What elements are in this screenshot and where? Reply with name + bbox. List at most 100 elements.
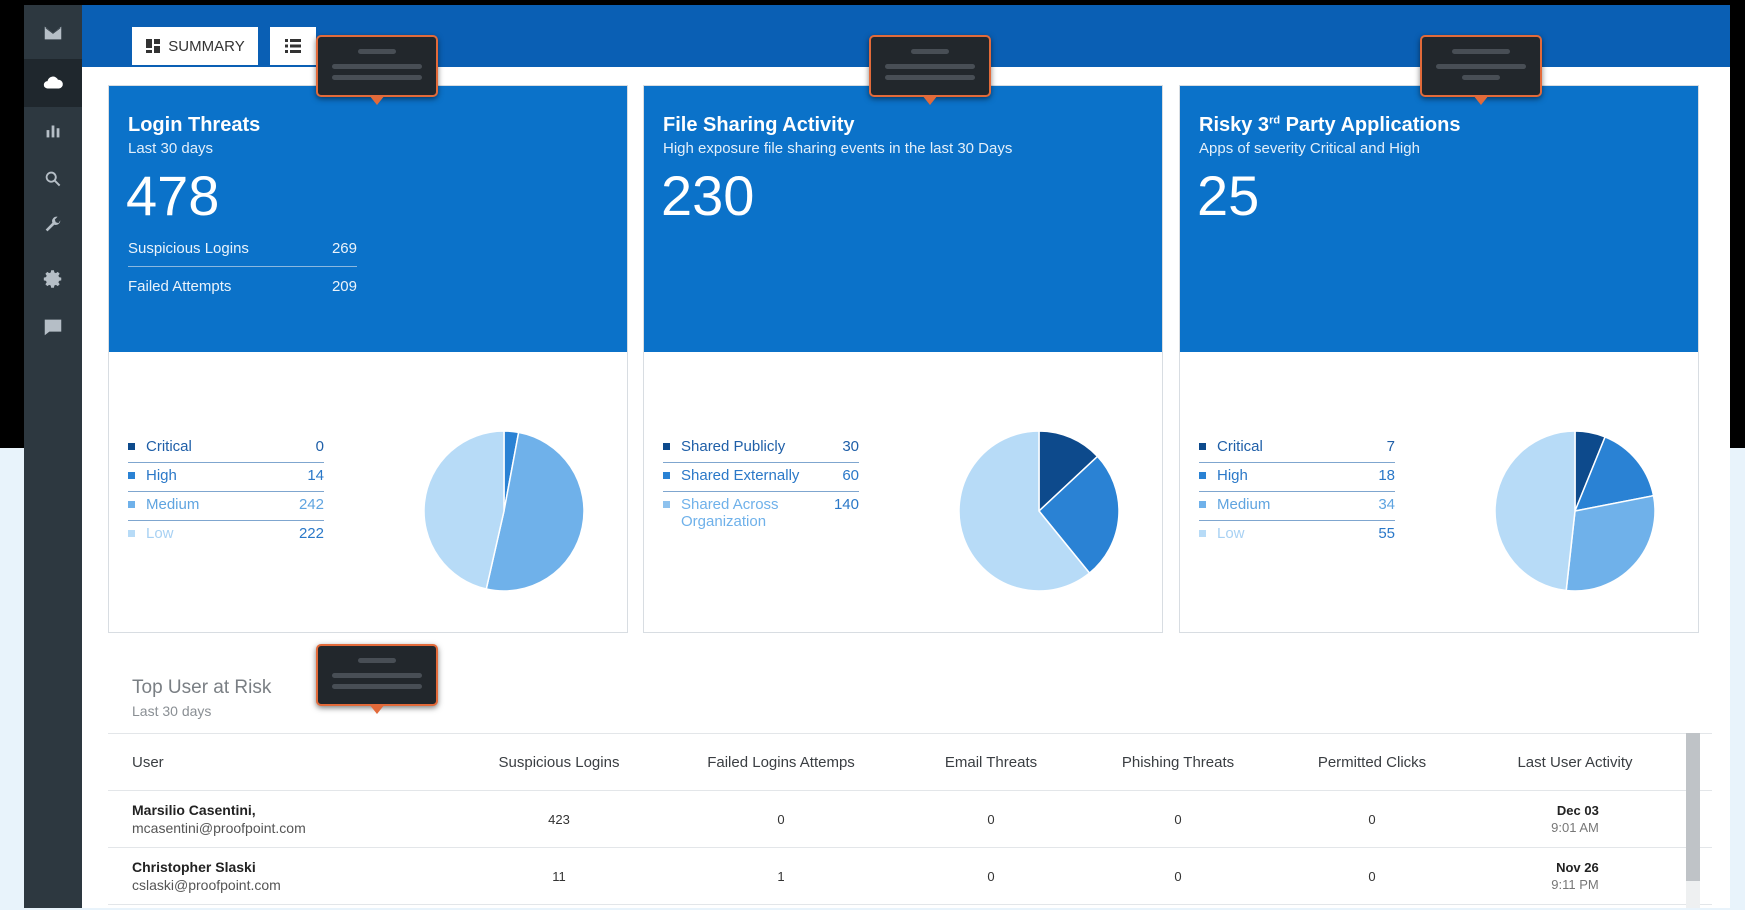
tab-summary[interactable]: SUMMARY [132, 27, 258, 65]
legend-item-critical[interactable]: Critical 0 [128, 434, 324, 463]
redacted-text [332, 684, 422, 689]
redacted-text [911, 49, 949, 54]
legend-value: 242 [298, 496, 324, 513]
sidebar-item-search[interactable] [24, 155, 82, 203]
legend-value: 34 [1378, 496, 1395, 513]
legend-value: 30 [842, 438, 859, 455]
stat-failed-attempts[interactable]: Failed Attempts 209 [128, 268, 357, 304]
column-header[interactable]: User [132, 734, 332, 790]
redacted-text [332, 673, 422, 678]
callout-tooltip [316, 644, 438, 714]
pie-chart-file-sharing [958, 430, 1120, 592]
sidebar [24, 5, 82, 908]
suspicious-logins-cell: 11 [552, 868, 566, 884]
redacted-text [1452, 49, 1510, 54]
card-subtitle: Last 30 days [128, 140, 214, 157]
section-title: Top User at Risk [132, 677, 272, 698]
redacted-text [1436, 64, 1526, 69]
card-title-part: Risky 3 [1199, 114, 1270, 136]
table-row[interactable]: Christopher Slaski cslaski@proofpoint.com… [108, 848, 1712, 905]
legend-swatch [128, 501, 135, 508]
legend-item-critical[interactable]: Critical 7 [1199, 434, 1395, 463]
callout-tooltip [316, 35, 438, 105]
card-subtitle: Apps of severity Critical and High [1199, 140, 1420, 157]
card-title: File Sharing Activity [663, 114, 855, 136]
redacted-text [358, 658, 396, 663]
last-activity-cell: Dec 03 9:01 AM [1480, 791, 1670, 847]
legend-item-shared-externally[interactable]: Shared Externally 60 [663, 463, 859, 492]
user-email: cslaski@proofpoint.com [132, 877, 281, 893]
legend-swatch [1199, 443, 1206, 450]
legend-label: Critical [146, 438, 192, 455]
legend-item-high[interactable]: High 18 [1199, 463, 1395, 492]
column-header[interactable]: Phishing Threats [1083, 734, 1273, 790]
card-login-threats: Login Threats Last 30 days 478 Suspiciou… [108, 85, 628, 633]
redacted-text [332, 64, 422, 69]
redacted-text [332, 75, 422, 80]
legend-item-low[interactable]: Low 55 [1199, 521, 1395, 549]
card-title-superscript: rd [1269, 114, 1281, 127]
legend-value: 140 [833, 496, 859, 513]
dashboard-icon [146, 39, 161, 53]
legend-swatch [1199, 530, 1206, 537]
sidebar-item-settings[interactable] [24, 255, 82, 303]
pie-legend: Shared Publicly 30 Shared Externally 60 Sh… [663, 434, 859, 536]
legend-label: Shared Externally [681, 467, 800, 484]
legend-item-shared-across-org[interactable]: Shared Across Organization 140 [663, 492, 859, 536]
user-cell: Christopher Slaski cslaski@proofpoint.com [132, 848, 432, 904]
legend-swatch [128, 472, 135, 479]
permitted-clicks-cell: 0 [1368, 868, 1376, 884]
phishing-threats-cell: 0 [1174, 868, 1182, 884]
legend-item-shared-publicly[interactable]: Shared Publicly 30 [663, 434, 859, 463]
gear-icon [43, 270, 62, 288]
last-activity-cell: Nov 26 9:11 PM [1480, 848, 1670, 904]
sidebar-item-messages[interactable] [24, 303, 82, 351]
legend-value: 222 [298, 525, 324, 542]
legend-label: Medium [146, 496, 200, 513]
pie-slice-low[interactable] [423, 430, 505, 590]
legend-item-medium[interactable]: Medium 34 [1199, 492, 1395, 521]
user-name: Christopher Slaski [132, 859, 256, 875]
legend-item-low[interactable]: Low 222 [128, 521, 324, 549]
phishing-threats-cell: 0 [1174, 811, 1182, 827]
redacted-text [358, 49, 396, 54]
activity-date: Dec 03 [1556, 803, 1599, 818]
card-title: Login Threats [128, 114, 261, 136]
legend-value: 55 [1378, 525, 1395, 542]
users-at-risk-table: User Suspicious Logins Failed Logins Att… [108, 733, 1712, 905]
column-header[interactable]: Failed Logins Attemps [671, 734, 891, 790]
column-header[interactable]: Suspicious Logins [459, 734, 659, 790]
activity-time: 9:11 PM [1551, 877, 1599, 892]
table-row[interactable]: Marsilio Casentini, mcasentini@proofpoint… [108, 791, 1712, 848]
callout-tooltip [869, 35, 991, 105]
stat-suspicious-logins[interactable]: Suspicious Logins 269 [128, 230, 357, 267]
legend-item-high[interactable]: High 14 [128, 463, 324, 492]
sidebar-item-tools[interactable] [24, 201, 82, 249]
wrench-icon [45, 216, 61, 232]
callout-tooltip [1420, 35, 1542, 105]
legend-swatch [663, 501, 670, 508]
column-header[interactable]: Email Threats [906, 734, 1076, 790]
card-header: Risky 3rd Party Applications Apps of sev… [1180, 86, 1698, 352]
card-title-rest: Party Applications [1280, 114, 1461, 136]
column-header[interactable]: Last User Activity [1480, 734, 1670, 790]
pie-legend: Critical 0 High 14 Medium 242 Low 222 [128, 434, 324, 549]
pie-slice-low[interactable] [1494, 430, 1576, 592]
legend-label: Low [146, 525, 174, 542]
pie-slice-medium[interactable] [1565, 494, 1656, 592]
tab-list-view[interactable] [270, 27, 316, 65]
legend-item-medium[interactable]: Medium 242 [128, 492, 324, 521]
sidebar-item-reports[interactable] [24, 107, 82, 155]
email-threats-cell: 0 [987, 868, 995, 884]
sidebar-item-mail[interactable] [24, 9, 82, 57]
table-scrollbar-track[interactable] [1686, 881, 1700, 908]
column-header[interactable]: Permitted Clicks [1282, 734, 1462, 790]
legend-label: High [1217, 467, 1248, 484]
table-header: User Suspicious Logins Failed Logins Att… [108, 734, 1712, 791]
app-window: SUMMARY Login Threats Last 30 days 478 S… [24, 5, 1730, 908]
bar-chart-icon [46, 125, 60, 138]
sidebar-item-cloud[interactable] [24, 59, 82, 107]
legend-label: Medium [1217, 496, 1271, 513]
redacted-text [885, 64, 975, 69]
table-scrollbar-thumb[interactable] [1686, 733, 1700, 881]
